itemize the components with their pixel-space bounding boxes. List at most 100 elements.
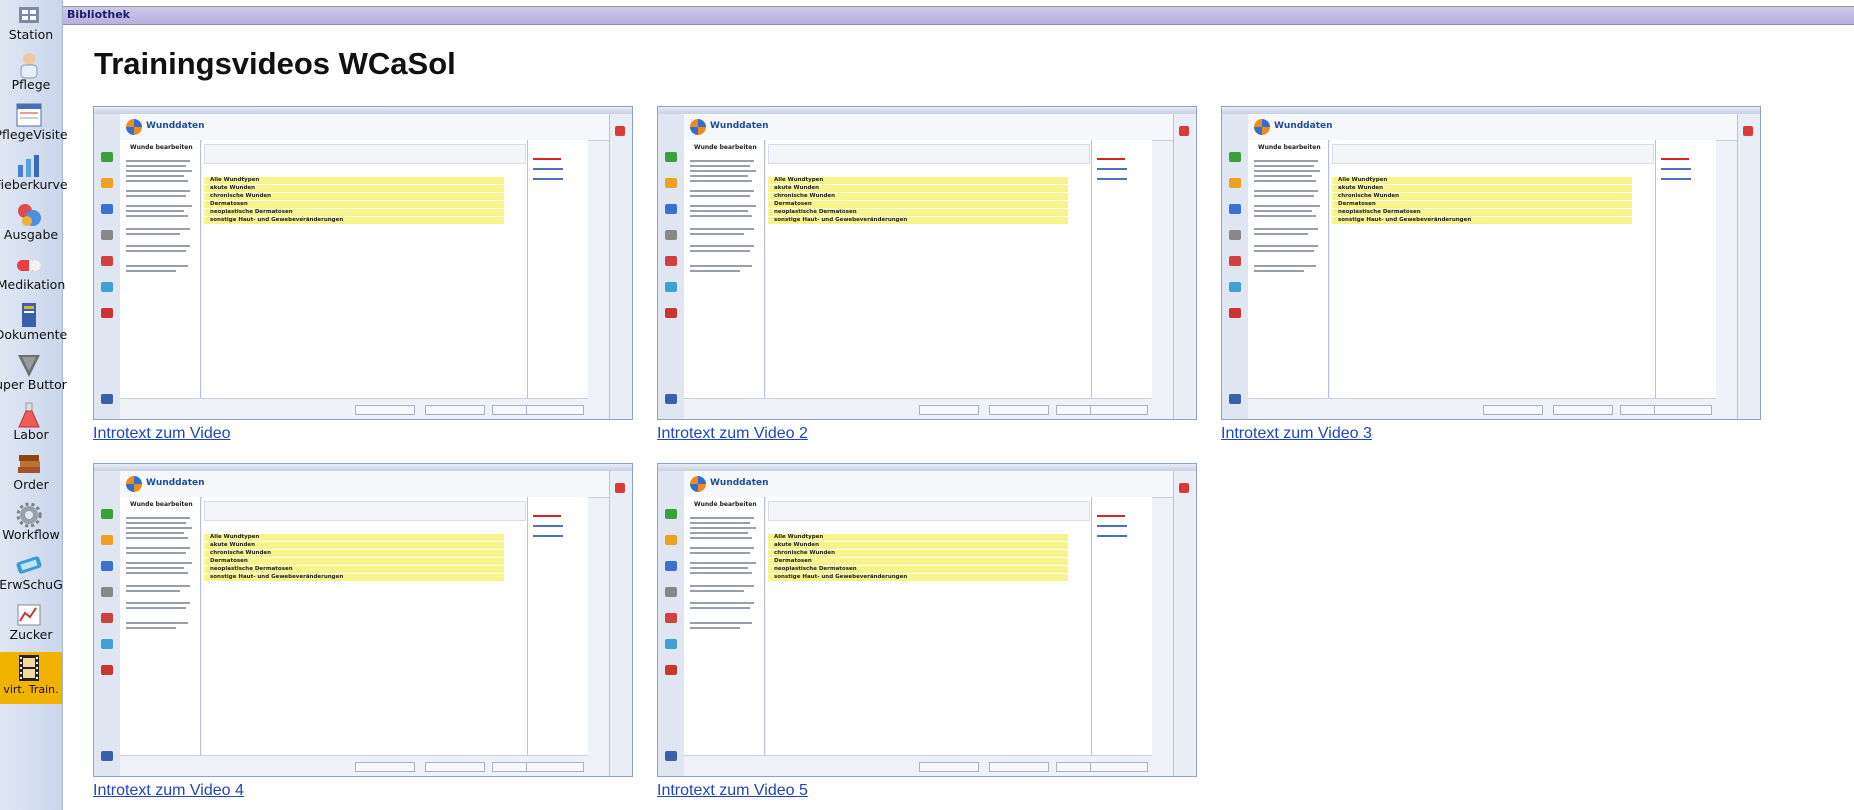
- thumbnail-wound-type-row: akute Wunden: [768, 185, 1068, 193]
- sidebar-item-station[interactable]: Station: [0, 0, 62, 50]
- wound-type-label: neoplastische Dermatosen: [774, 209, 857, 215]
- sidebar-item-label: virt. Train.: [3, 683, 59, 696]
- wunddaten-logo-icon: [690, 119, 706, 135]
- video-intro-link[interactable]: Introtext zum Video 5: [657, 782, 808, 800]
- thumbnail-form: [204, 501, 526, 521]
- wound-type-label: akute Wunden: [774, 185, 820, 191]
- thumbnail-wound-type-row: chronische Wunden: [204, 550, 504, 558]
- thumbnail-button-bar: [120, 755, 588, 776]
- sidebar-item-order[interactable]: Order: [0, 450, 62, 500]
- wound-type-label: chronische Wunden: [210, 550, 272, 556]
- thumbnail-right-nav: [609, 114, 632, 419]
- thumbnail-wound-type-row: Dermatosen: [768, 558, 1068, 566]
- video-intro-link[interactable]: Introtext zum Video: [93, 425, 231, 443]
- wound-type-label: neoplastische Dermatosen: [210, 209, 293, 215]
- thumbnail-main-panel: Alle Wundtypen akute Wunden chronische W…: [766, 140, 1092, 398]
- thumbnail-wound-type-row: Alle Wundtypen: [204, 177, 504, 185]
- video-intro-link[interactable]: Introtext zum Video 3: [1221, 425, 1372, 443]
- thumbnail-wound-type-row: Alle Wundtypen: [768, 534, 1068, 542]
- thumbnail-form: [768, 501, 1090, 521]
- library-tab-bar[interactable]: Bibliothek: [62, 7, 1854, 25]
- thumbnail-toolbar: Wunddaten: [1248, 114, 1738, 141]
- video-thumbnail[interactable]: Wunddaten Wunde bearbeiten Alle Wundtype…: [93, 106, 633, 420]
- wound-type-label: neoplastische Dermatosen: [210, 566, 293, 572]
- sidebar-item-ausgabe[interactable]: Ausgabe: [0, 200, 62, 250]
- sidebar-item-label: Station: [8, 27, 54, 42]
- thumbnail-wound-type-row: chronische Wunden: [1332, 193, 1632, 201]
- wound-type-label: akute Wunden: [774, 542, 820, 548]
- sidebar-item-virt-train[interactable]: virt. Train.: [0, 652, 62, 704]
- sidebar-item-zucker[interactable]: Zucker: [0, 600, 62, 650]
- thumbnail-window-buttons: [1737, 108, 1757, 121]
- video-intro-link[interactable]: Introtext zum Video 2: [657, 425, 808, 443]
- sidebar-item-fieberkurve[interactable]: Fieberkurve: [0, 150, 68, 200]
- wound-type-label: sonstige Haut- und Gewebeveränderungen: [774, 217, 908, 223]
- video-thumbnail[interactable]: Wunddaten Wunde bearbeiten Alle Wundtype…: [657, 106, 1197, 420]
- video-thumbnail[interactable]: Wunddaten Wunde bearbeiten Alle Wundtype…: [657, 463, 1197, 777]
- sidebar-item-pflegevisite[interactable]: PflegeVisite: [0, 100, 68, 150]
- video-intro-link[interactable]: Introtext zum Video 4: [93, 782, 244, 800]
- dispense-icon: [18, 204, 41, 226]
- thumbnail-steps-panel: [1092, 140, 1152, 398]
- thumbnail-wound-type-row: akute Wunden: [204, 185, 504, 193]
- thumbnail-titlebar: [94, 464, 632, 478]
- thumbnail-help-heading: Wunde bearbeiten: [694, 144, 757, 151]
- sidebar-item-dokumente[interactable]: Dokumente: [0, 300, 67, 350]
- thumbnail-steps-panel: [528, 140, 588, 398]
- thumbnail-help-panel: Wunde bearbeiten: [684, 140, 765, 398]
- thumbnail-wound-type-row: akute Wunden: [768, 542, 1068, 550]
- sidebar: Station Pflege PflegeVisite Fieberkurve …: [0, 0, 68, 810]
- thumbnail-main-panel: Alle Wundtypen akute Wunden chronische W…: [202, 140, 528, 398]
- thumbnail-brand: Wunddaten: [710, 121, 769, 131]
- sidebar-item-erwschug[interactable]: ErwSchuG: [0, 550, 63, 600]
- thumbnail-wound-type-row: chronische Wunden: [204, 193, 504, 201]
- thumbnail-wound-type-row: akute Wunden: [1332, 185, 1632, 193]
- film-strip-icon: [19, 655, 39, 681]
- wound-type-label: chronische Wunden: [774, 193, 836, 199]
- thumbnail-titlebar: [94, 107, 632, 121]
- wound-type-label: neoplastische Dermatosen: [1338, 209, 1421, 215]
- thumbnail-help-panel: Wunde bearbeiten: [120, 497, 201, 755]
- thumbnail-wound-type-row: Dermatosen: [768, 201, 1068, 209]
- wound-type-label: akute Wunden: [210, 542, 256, 548]
- sidebar-item-workflow[interactable]: Workflow: [0, 500, 62, 550]
- thumbnail-right-nav: [1173, 114, 1196, 419]
- wound-type-label: Alle Wundtypen: [210, 534, 260, 540]
- sidebar-item-medikation[interactable]: Medikation: [0, 250, 65, 300]
- thumbnail-help-heading: Wunde bearbeiten: [1258, 144, 1321, 151]
- thumbnail-main-panel: Alle Wundtypen akute Wunden chronische W…: [1330, 140, 1656, 398]
- thumbnail-help-heading: Wunde bearbeiten: [130, 501, 193, 508]
- video-thumbnail[interactable]: Wunddaten Wunde bearbeiten Alle Wundtype…: [1221, 106, 1761, 420]
- wound-type-label: sonstige Haut- und Gewebeveränderungen: [774, 574, 908, 580]
- thumbnail-brand: Wunddaten: [710, 478, 769, 488]
- thumbnail-steps-panel: [1656, 140, 1716, 398]
- thumbnail-wound-type-row: neoplastische Dermatosen: [768, 209, 1068, 217]
- sidebar-item-label: uper Buttor: [0, 377, 67, 392]
- video-thumbnail[interactable]: Wunddaten Wunde bearbeiten Alle Wundtype…: [93, 463, 633, 777]
- thumbnail-wound-type-row: Alle Wundtypen: [1332, 177, 1632, 185]
- thumbnail-steps-panel: [528, 497, 588, 755]
- wound-type-label: sonstige Haut- und Gewebeveränderungen: [210, 217, 344, 223]
- sidebar-item-label: Dokumente: [0, 327, 68, 342]
- thumbnail-wound-type-row: akute Wunden: [204, 542, 504, 550]
- thumbnail-right-nav: [1737, 114, 1760, 419]
- thumbnail-left-nav: [94, 471, 121, 776]
- thumbnail-button-bar: [120, 398, 588, 419]
- wound-type-label: sonstige Haut- und Gewebeveränderungen: [1338, 217, 1472, 223]
- thumbnail-wound-type-row: sonstige Haut- und Gewebeveränderungen: [1332, 217, 1632, 225]
- sidebar-item-label: PflegeVisite: [0, 127, 68, 142]
- sidebar-item-pflege[interactable]: Pflege: [0, 50, 62, 100]
- sidebar-item-labor[interactable]: Labor: [0, 400, 62, 450]
- wound-type-label: sonstige Haut- und Gewebeveränderungen: [210, 574, 344, 580]
- wound-type-label: akute Wunden: [1338, 185, 1384, 191]
- sidebar-item-label: Ausgabe: [3, 227, 59, 242]
- nurse-icon: [20, 53, 38, 79]
- top-strip: [62, 0, 1854, 7]
- thumbnail-brand: Wunddaten: [146, 121, 205, 131]
- thumbnail-wound-type-row: neoplastische Dermatosen: [204, 209, 504, 217]
- sidebar-item-label: Fieberkurve: [0, 177, 68, 192]
- wunddaten-logo-icon: [126, 119, 142, 135]
- sidebar-item-super-button[interactable]: uper Buttor: [0, 350, 67, 400]
- thumbnail-wound-type-row: sonstige Haut- und Gewebeveränderungen: [204, 574, 504, 582]
- thumbnail-brand: Wunddaten: [146, 478, 205, 488]
